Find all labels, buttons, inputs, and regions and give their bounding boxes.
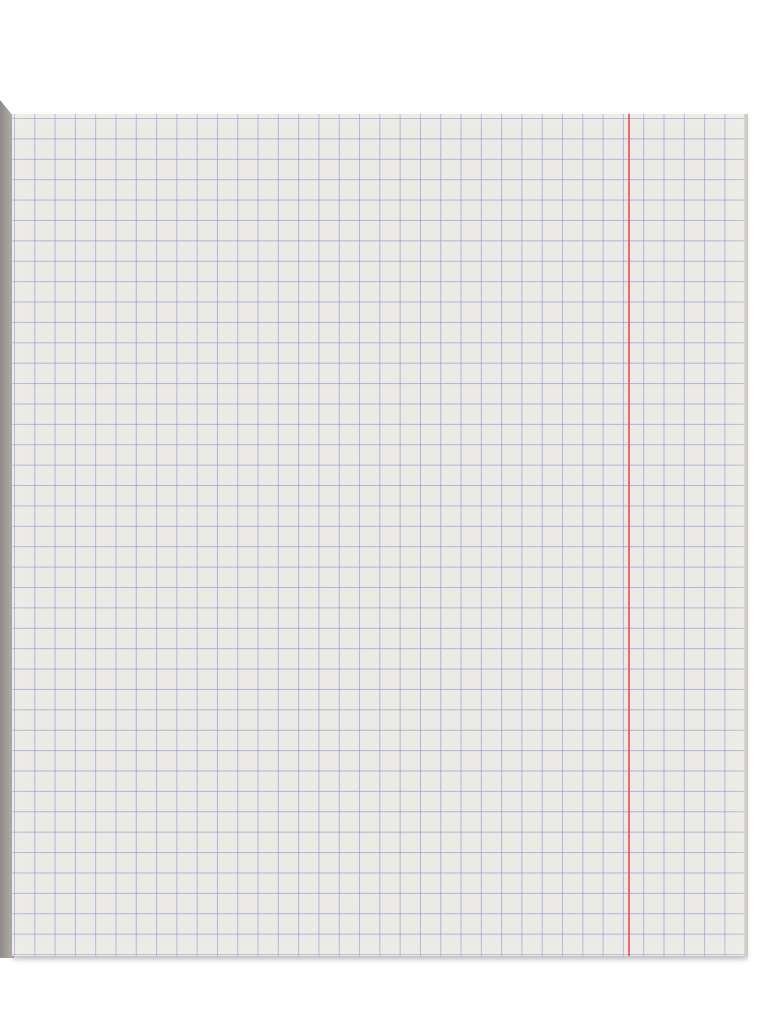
graph-paper-sheet (12, 114, 748, 956)
red-margin-line (628, 114, 630, 956)
photo-scene (0, 0, 768, 1024)
page-edge-shadow (12, 956, 748, 962)
